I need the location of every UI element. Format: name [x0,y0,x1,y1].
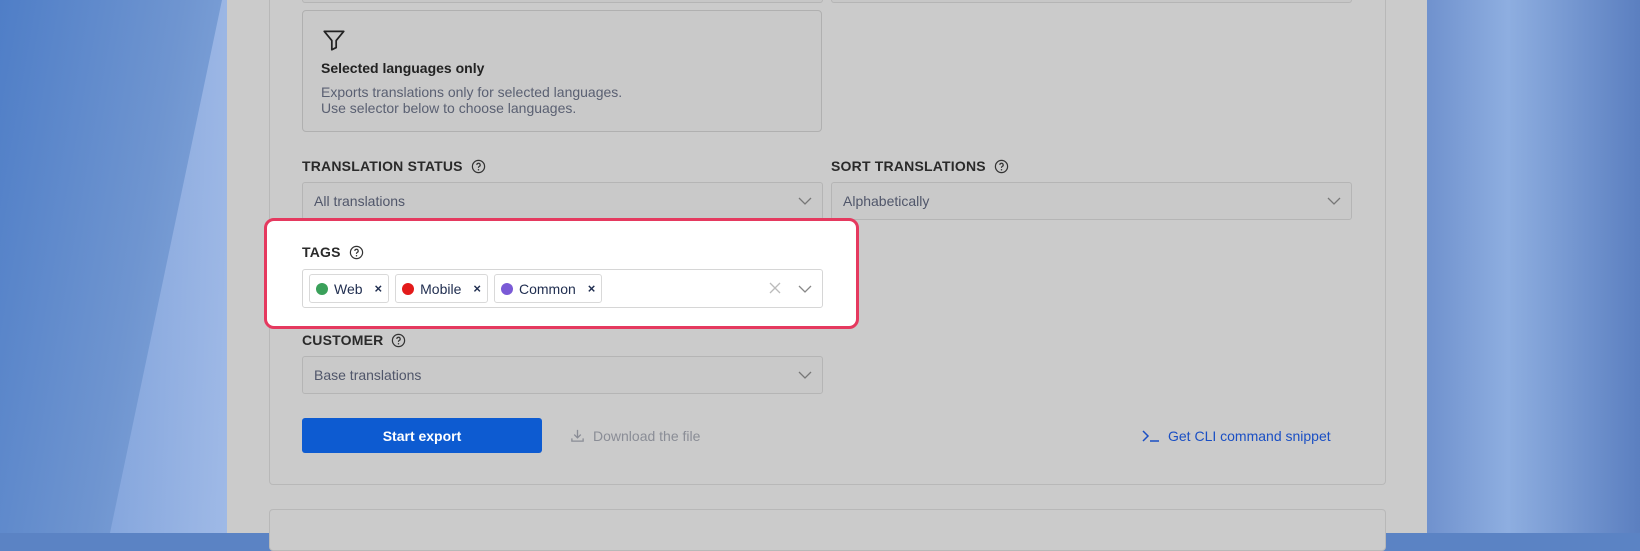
option-description: Exports translations only for selected l… [321,84,622,116]
option-title: Selected languages only [321,60,485,76]
tag-chip-label: Common [518,280,576,297]
filter-icon [323,30,345,51]
translation-status-select[interactable]: All translations [302,182,823,220]
remove-tag-button[interactable]: × [375,281,383,296]
help-icon[interactable] [471,159,486,174]
remove-tag-button[interactable]: × [588,281,596,296]
translation-status-label-text: TRANSLATION STATUS [302,158,463,174]
previous-field-right [831,0,1352,3]
previous-field-left [302,0,823,3]
customer-label: CUSTOMER [302,332,406,348]
translation-status-label: TRANSLATION STATUS [302,158,486,174]
tags-label: TAGS [302,244,364,260]
tag-chip-mobile: Mobile × [395,274,488,303]
selected-languages-option[interactable]: Selected languages only Exports translat… [302,10,822,132]
help-icon[interactable] [391,333,406,348]
tag-chip-label: Web [334,280,363,297]
tag-chip-common: Common × [493,274,603,303]
clear-icon[interactable] [768,281,782,295]
download-file-button[interactable]: Download the file [570,418,700,453]
cli-snippet-link[interactable]: Get CLI command snippet [1142,418,1331,453]
chevron-down-icon [1327,197,1341,205]
remove-tag-button[interactable]: × [473,281,481,296]
next-section-card [269,509,1386,551]
tag-color-dot [402,282,415,295]
cli-snippet-label: Get CLI command snippet [1168,427,1331,444]
sort-translations-select[interactable]: Alphabetically [831,182,1352,220]
terminal-icon [1142,429,1159,442]
translation-status-value: All translations [314,193,406,209]
tag-chip-web: Web × [309,274,390,303]
sort-translations-label: SORT TRANSLATIONS [831,158,1009,174]
download-file-label: Download the file [593,427,701,444]
help-icon[interactable] [349,245,364,260]
customer-value: Base translations [314,367,422,383]
tags-label-text: TAGS [302,244,341,260]
option-description-line1: Exports translations only for selected l… [321,84,623,100]
sort-translations-label-text: SORT TRANSLATIONS [831,158,986,174]
tag-chip-label: Mobile [420,280,462,297]
tag-color-dot [500,282,513,295]
chevron-down-icon [798,371,812,379]
tag-color-dot [316,282,328,295]
sort-translations-value: Alphabetically [843,193,930,209]
chevron-down-icon [798,197,812,205]
chevron-down-icon[interactable] [798,284,812,294]
help-icon[interactable] [994,159,1009,174]
background-right [1420,0,1640,533]
option-description-line2: Use selector below to choose languages. [321,100,577,116]
tags-multiselect[interactable]: Web × Mobile × Common × [302,269,823,308]
customer-select[interactable]: Base translations [302,356,823,394]
start-export-button[interactable]: Start export [302,418,542,453]
download-icon [571,429,584,442]
customer-label-text: CUSTOMER [302,332,384,348]
